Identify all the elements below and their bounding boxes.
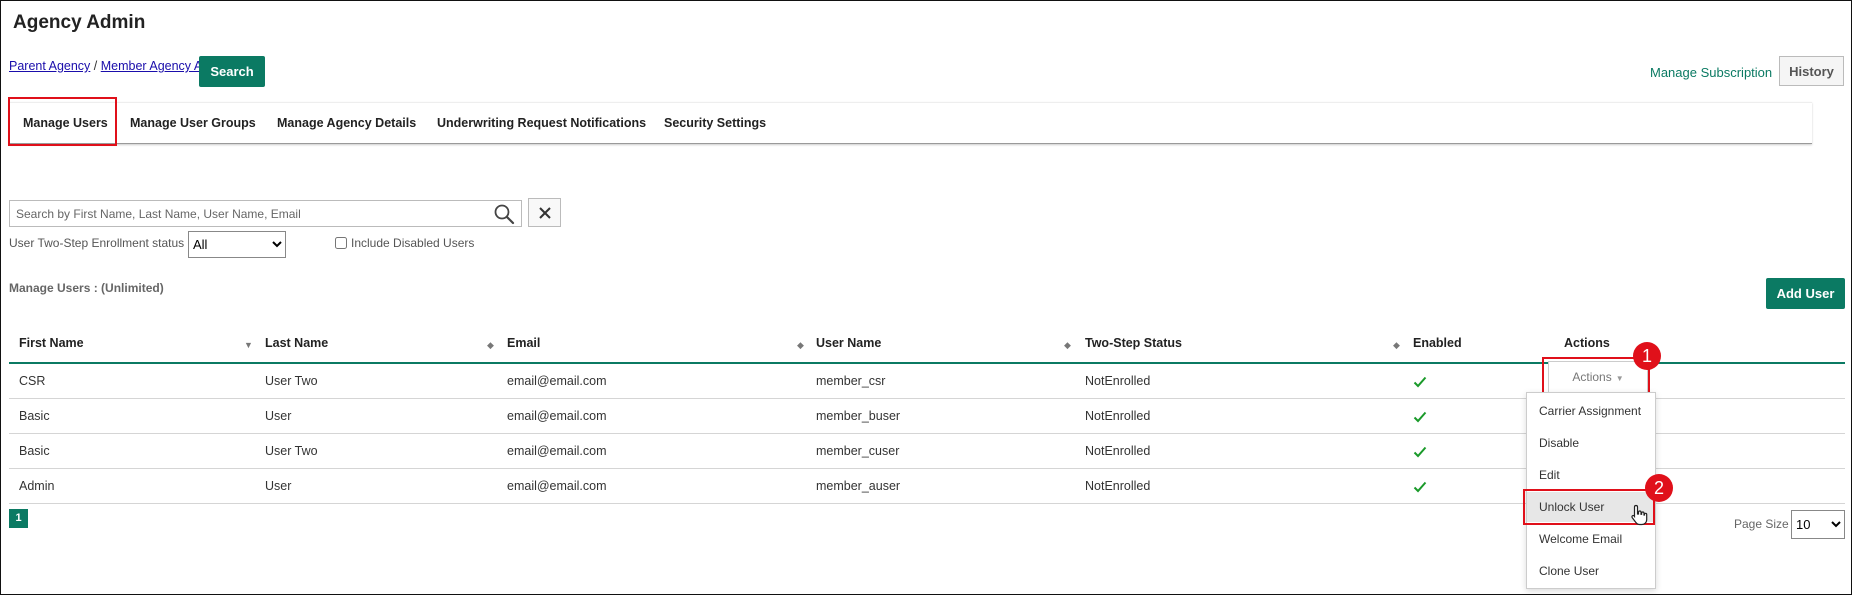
cell-first-name: Basic <box>19 409 50 423</box>
sort-icon[interactable]: ◆ <box>1064 340 1071 351</box>
step-badge-1: 1 <box>1633 342 1661 370</box>
column-header-actions: Actions <box>1564 336 1610 350</box>
cell-enabled <box>1413 399 1427 433</box>
page-size-select[interactable]: 10 <box>1791 510 1845 539</box>
cell-user-name: member_buser <box>816 409 901 423</box>
tab-manage-user-groups[interactable]: Manage User Groups <box>130 103 256 143</box>
cell-enabled <box>1413 434 1427 468</box>
cell-last-name: User Two <box>265 444 318 458</box>
cell-user-name: member_csr <box>816 374 886 388</box>
column-header-last-name[interactable]: Last Name <box>265 330 328 357</box>
tab-underwriting-request-notifications[interactable]: Underwriting Request Notifications <box>437 103 646 143</box>
actions-button-label: Actions <box>1572 370 1612 384</box>
cell-two-step-status: NotEnrolled <box>1085 479 1151 493</box>
cell-two-step-status: NotEnrolled <box>1085 374 1151 388</box>
search-icon[interactable] <box>493 203 515 225</box>
check-icon <box>1413 376 1427 388</box>
tab-security-settings[interactable]: Security Settings <box>664 103 766 143</box>
menu-item-edit[interactable]: Edit <box>1527 460 1655 490</box>
actions-menu: Carrier Assignment Disable Edit Unlock U… <box>1526 392 1656 589</box>
cell-first-name: Admin <box>19 479 55 493</box>
menu-item-welcome-email[interactable]: Welcome Email <box>1527 524 1655 554</box>
cell-first-name: Basic <box>19 444 50 458</box>
actions-dropdown-button[interactable]: Actions ▼ <box>1548 361 1648 394</box>
sort-icon[interactable]: ◆ <box>797 340 804 351</box>
cell-last-name: User <box>265 409 292 423</box>
clear-search-button[interactable] <box>528 198 561 227</box>
step-badge-2: 2 <box>1645 474 1673 502</box>
manage-subscription-link[interactable]: Manage Subscription <box>1650 65 1772 80</box>
pagination-page-1[interactable]: 1 <box>9 509 28 528</box>
caret-down-icon: ▼ <box>1615 374 1624 383</box>
tab-manage-users[interactable]: Manage Users <box>23 103 108 143</box>
menu-item-clone-user[interactable]: Clone User <box>1527 556 1655 586</box>
column-header-enabled: Enabled <box>1413 336 1462 350</box>
column-header-user-name[interactable]: User Name <box>816 330 881 357</box>
include-disabled-checkbox[interactable] <box>335 237 347 249</box>
check-icon <box>1413 446 1427 458</box>
cell-enabled <box>1413 469 1427 503</box>
menu-item-unlock-user[interactable]: Unlock User <box>1527 492 1655 522</box>
check-icon <box>1413 411 1427 423</box>
cell-user-name: member_cuser <box>816 444 900 458</box>
cell-user-name: member_auser <box>816 479 901 493</box>
cell-two-step-status: NotEnrolled <box>1085 409 1151 423</box>
history-button[interactable]: History <box>1779 56 1844 86</box>
manage-users-count: Manage Users : (Unlimited) <box>9 281 164 295</box>
cell-enabled <box>1413 364 1427 398</box>
sort-icon[interactable]: ◆ <box>487 340 494 351</box>
check-icon <box>1413 481 1427 493</box>
cell-two-step-status: NotEnrolled <box>1085 444 1151 458</box>
add-user-button[interactable]: Add User <box>1766 278 1845 309</box>
search-button[interactable]: Search <box>199 56 265 87</box>
enrollment-status-select[interactable]: All <box>188 231 286 258</box>
sort-desc-icon[interactable]: ▼ <box>244 340 253 350</box>
cell-email: email@email.com <box>507 409 607 423</box>
cell-last-name: User <box>265 479 292 493</box>
column-header-two-step-status[interactable]: Two-Step Status <box>1085 330 1182 357</box>
tab-manage-agency-details[interactable]: Manage Agency Details <box>277 103 416 143</box>
table-header: First Name ▼ Last Name ◆ Email ◆ User Na… <box>9 330 1845 364</box>
cell-email: email@email.com <box>507 479 607 493</box>
column-header-first-name[interactable]: First Name <box>19 330 84 357</box>
cell-email: email@email.com <box>507 374 607 388</box>
cell-email: email@email.com <box>507 444 607 458</box>
menu-item-carrier-assignment[interactable]: Carrier Assignment <box>1527 396 1655 426</box>
search-box <box>9 200 522 227</box>
include-disabled-users[interactable]: Include Disabled Users <box>335 236 474 250</box>
enrollment-status-label: User Two-Step Enrollment status <box>9 236 185 250</box>
tab-bar: Manage Users Manage User Groups Manage A… <box>9 102 1812 144</box>
page-size-label: Page Size <box>1734 517 1789 531</box>
search-input[interactable] <box>10 201 492 226</box>
close-icon <box>538 206 551 219</box>
cell-last-name: User Two <box>265 374 318 388</box>
breadcrumb-member-agency-link[interactable]: Member Agency A <box>101 59 202 73</box>
breadcrumb: Parent Agency / Member Agency A <box>9 59 202 73</box>
breadcrumb-parent-agency-link[interactable]: Parent Agency <box>9 59 90 73</box>
breadcrumb-separator: / <box>90 59 101 73</box>
menu-item-disable[interactable]: Disable <box>1527 428 1655 458</box>
sort-icon[interactable]: ◆ <box>1393 340 1400 351</box>
page-title: Agency Admin <box>13 12 146 33</box>
cell-first-name: CSR <box>19 374 46 388</box>
column-header-email[interactable]: Email <box>507 330 540 357</box>
include-disabled-label: Include Disabled Users <box>351 236 475 250</box>
